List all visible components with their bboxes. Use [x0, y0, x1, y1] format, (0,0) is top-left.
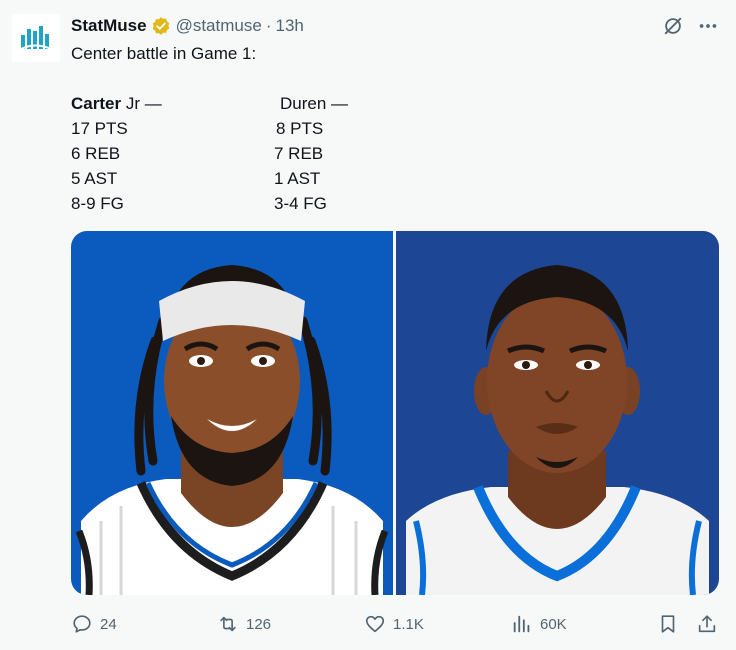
tweet-text-intro: Center battle in Game 1: [71, 44, 257, 63]
grok-icon[interactable] [662, 15, 684, 37]
views-icon [513, 615, 530, 633]
repost-icon [220, 616, 236, 632]
tweet-header: StatMuse @statmuse · 13h [71, 14, 304, 38]
like-count: 1.1K [393, 615, 424, 633]
left-player-name-rest: Jr — [121, 94, 162, 113]
author-name[interactable]: StatMuse [71, 16, 147, 36]
share-button[interactable] [696, 608, 725, 640]
player-illustration-left [75, 265, 389, 595]
separator-dot: · [265, 16, 272, 35]
right-stat-ast: 1 AST [274, 169, 321, 188]
author-handle[interactable]: @statmuse [176, 16, 262, 36]
right-stat-pts: 8 PTS [276, 119, 324, 138]
author-avatar[interactable] [12, 14, 60, 62]
tweet-actions: 24 126 1.1K 60K [0, 608, 736, 640]
left-stat-ast: 5 AST [71, 169, 118, 188]
left-stat-reb: 6 REB [71, 144, 121, 163]
reply-icon [73, 615, 91, 633]
verified-badge-icon[interactable] [151, 16, 171, 36]
left-stat-pts: 17 PTS [71, 119, 128, 138]
tweet-media[interactable] [71, 231, 719, 595]
bookmark-icon [661, 615, 675, 633]
reply-count: 24 [100, 615, 117, 633]
like-button[interactable]: 1.1K [364, 608, 424, 640]
player-illustration-right [406, 265, 709, 595]
left-player-image[interactable] [71, 231, 393, 595]
left-stat-fg: 8-9 FG [71, 194, 124, 213]
reply-button[interactable]: 24 [71, 608, 117, 640]
right-player-name: Duren — [280, 94, 349, 113]
bookmark-button[interactable] [657, 608, 686, 640]
views-button[interactable]: 60K [511, 608, 567, 640]
repost-button[interactable]: 126 [217, 608, 271, 640]
left-player-name: Carter Jr — [71, 93, 162, 115]
right-player-image[interactable] [396, 231, 719, 595]
statmuse-logo-icon [20, 26, 52, 50]
repost-count: 126 [246, 615, 272, 633]
right-stat-fg: 3-4 FG [274, 194, 327, 213]
heart-icon [365, 615, 385, 633]
right-stat-reb: 7 REB [274, 144, 324, 163]
tweet-timestamp[interactable]: 13h [275, 16, 303, 36]
share-icon [698, 615, 716, 633]
more-icon[interactable] [697, 15, 719, 37]
left-player-name-bold: Carter [71, 94, 122, 113]
views-count: 60K [540, 615, 567, 633]
tweet-card[interactable]: StatMuse @statmuse · 13h Center battle i… [0, 0, 736, 650]
